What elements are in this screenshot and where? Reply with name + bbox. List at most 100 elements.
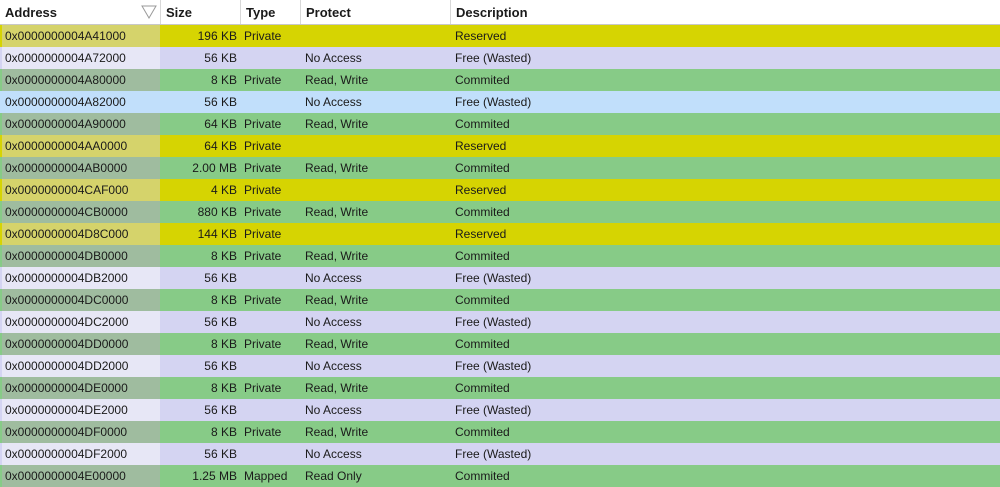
- cell-description: Reserved: [455, 183, 507, 197]
- cell-protect: No Access: [305, 271, 362, 285]
- cell-protect: Read, Write: [305, 425, 369, 439]
- cell-type: [240, 355, 300, 377]
- cell-type: Private: [244, 227, 282, 241]
- cell-description: Free (Wasted): [455, 271, 532, 285]
- cell-size: 56 KB: [204, 51, 237, 65]
- table-row[interactable]: 0x0000000004A41000 196 KB Private Reserved: [0, 25, 1000, 47]
- cell-address: 0x0000000004DC2000: [2, 311, 160, 333]
- cell-description: Commited: [455, 249, 510, 263]
- cell-type: Private: [244, 117, 282, 131]
- table-row[interactable]: 0x0000000004A80000 8 KB Private Read, Write…: [0, 69, 1000, 91]
- cell-size: 8 KB: [210, 73, 237, 87]
- table-row[interactable]: 0x0000000004DC2000 56 KB No Access Free (Wa…: [0, 311, 1000, 333]
- table-row[interactable]: 0x0000000004AB0000 2.00 MB Private Read, Wr…: [0, 157, 1000, 179]
- cell-protect: [300, 179, 450, 201]
- table-row[interactable]: 0x0000000004AA0000 64 KB Private Reserved: [0, 135, 1000, 157]
- table-row[interactable]: 0x0000000004A82000 56 KB No Access Free (Wa…: [0, 91, 1000, 113]
- cell-size: 56 KB: [204, 95, 237, 109]
- table-row[interactable]: 0x0000000004DB2000 56 KB No Access Free (Wa…: [0, 267, 1000, 289]
- cell-type: Private: [244, 29, 282, 43]
- cell-protect: [300, 135, 450, 157]
- cell-description: Reserved: [455, 29, 507, 43]
- cell-protect: Read, Write: [305, 249, 369, 263]
- cell-protect: Read, Write: [305, 293, 369, 307]
- cell-description: Free (Wasted): [455, 359, 532, 373]
- cell-description: Reserved: [455, 227, 507, 241]
- cell-protect: Read Only: [305, 469, 362, 483]
- cell-description: Commited: [455, 381, 510, 395]
- cell-type: [240, 443, 300, 465]
- table-row[interactable]: 0x0000000004DD2000 56 KB No Access Free (Wa…: [0, 355, 1000, 377]
- column-header-type[interactable]: Type: [241, 0, 301, 24]
- sort-descending-icon: [141, 5, 157, 19]
- cell-protect: Read, Write: [305, 205, 369, 219]
- cell-address: 0x0000000004DF2000: [2, 443, 160, 465]
- cell-description: Free (Wasted): [455, 315, 532, 329]
- cell-description: Commited: [455, 469, 510, 483]
- cell-type: Private: [244, 337, 282, 351]
- cell-protect: Read, Write: [305, 73, 369, 87]
- cell-size: 4 KB: [210, 183, 237, 197]
- column-header-protect[interactable]: Protect: [301, 0, 451, 24]
- table-row[interactable]: 0x0000000004DE0000 8 KB Private Read, Write…: [0, 377, 1000, 399]
- cell-size: 56 KB: [204, 359, 237, 373]
- table-row[interactable]: 0x0000000004DE2000 56 KB No Access Free (Wa…: [0, 399, 1000, 421]
- table-row[interactable]: 0x0000000004A90000 64 KB Private Read, Writ…: [0, 113, 1000, 135]
- cell-address: 0x0000000004A90000: [2, 113, 160, 135]
- cell-type: Private: [244, 249, 282, 263]
- cell-description: Free (Wasted): [455, 95, 532, 109]
- cell-address: 0x0000000004AA0000: [2, 135, 160, 157]
- cell-protect: Read, Write: [305, 117, 369, 131]
- table-row[interactable]: 0x0000000004DF0000 8 KB Private Read, Write…: [0, 421, 1000, 443]
- column-header-label: Address: [5, 5, 58, 20]
- cell-protect: No Access: [305, 447, 362, 461]
- cell-size: 56 KB: [204, 315, 237, 329]
- cell-size: 56 KB: [204, 447, 237, 461]
- cell-address: 0x0000000004A82000: [2, 91, 160, 113]
- cell-type: Private: [244, 139, 282, 153]
- cell-size: 8 KB: [210, 381, 237, 395]
- cell-protect: [300, 25, 450, 47]
- cell-type: [240, 399, 300, 421]
- cell-size: 8 KB: [210, 249, 237, 263]
- column-header-label: Protect: [306, 5, 351, 20]
- table-row[interactable]: 0x0000000004DF2000 56 KB No Access Free (Wa…: [0, 443, 1000, 465]
- table-row[interactable]: 0x0000000004DB0000 8 KB Private Read, Write…: [0, 245, 1000, 267]
- table-row[interactable]: 0x0000000004A72000 56 KB No Access Free (Wa…: [0, 47, 1000, 69]
- cell-address: 0x0000000004DE0000: [2, 377, 160, 399]
- cell-type: Private: [244, 73, 282, 87]
- cell-size: 8 KB: [210, 337, 237, 351]
- cell-address: 0x0000000004A80000: [2, 69, 160, 91]
- cell-protect: No Access: [305, 95, 362, 109]
- cell-size: 1.25 MB: [192, 469, 237, 483]
- cell-protect: No Access: [305, 315, 362, 329]
- table-row[interactable]: 0x0000000004DD0000 8 KB Private Read, Write…: [0, 333, 1000, 355]
- cell-address: 0x0000000004A72000: [2, 47, 160, 69]
- cell-type: Private: [244, 161, 282, 175]
- column-header-description[interactable]: Description: [451, 0, 1000, 24]
- cell-size: 196 KB: [197, 29, 237, 43]
- cell-size: 880 KB: [197, 205, 237, 219]
- cell-type: [240, 267, 300, 289]
- cell-type: Mapped: [244, 469, 288, 483]
- cell-protect: Read, Write: [305, 161, 369, 175]
- cell-address: 0x0000000004D8C000: [2, 223, 160, 245]
- cell-address: 0x0000000004DC0000: [2, 289, 160, 311]
- table-row[interactable]: 0x0000000004CB0000 880 KB Private Read, Wri…: [0, 201, 1000, 223]
- cell-size: 56 KB: [204, 403, 237, 417]
- cell-type: Private: [244, 381, 282, 395]
- cell-protect: No Access: [305, 51, 362, 65]
- column-header-size[interactable]: Size: [161, 0, 241, 24]
- table-row[interactable]: 0x0000000004D8C000 144 KB Private Reserved: [0, 223, 1000, 245]
- table-row[interactable]: 0x0000000004E00000 1.25 MB Mapped Read Only…: [0, 465, 1000, 487]
- cell-size: 64 KB: [204, 117, 237, 131]
- table-row[interactable]: 0x0000000004CAF000 4 KB Private Reserved: [0, 179, 1000, 201]
- column-header-address[interactable]: Address: [0, 0, 161, 24]
- cell-address: 0x0000000004DB0000: [2, 245, 160, 267]
- cell-description: Free (Wasted): [455, 447, 532, 461]
- cell-address: 0x0000000004E00000: [2, 465, 160, 487]
- cell-address: 0x0000000004CAF000: [2, 179, 160, 201]
- table-row[interactable]: 0x0000000004DC0000 8 KB Private Read, Write…: [0, 289, 1000, 311]
- column-header-label: Description: [456, 5, 528, 20]
- cell-address: 0x0000000004DD0000: [2, 333, 160, 355]
